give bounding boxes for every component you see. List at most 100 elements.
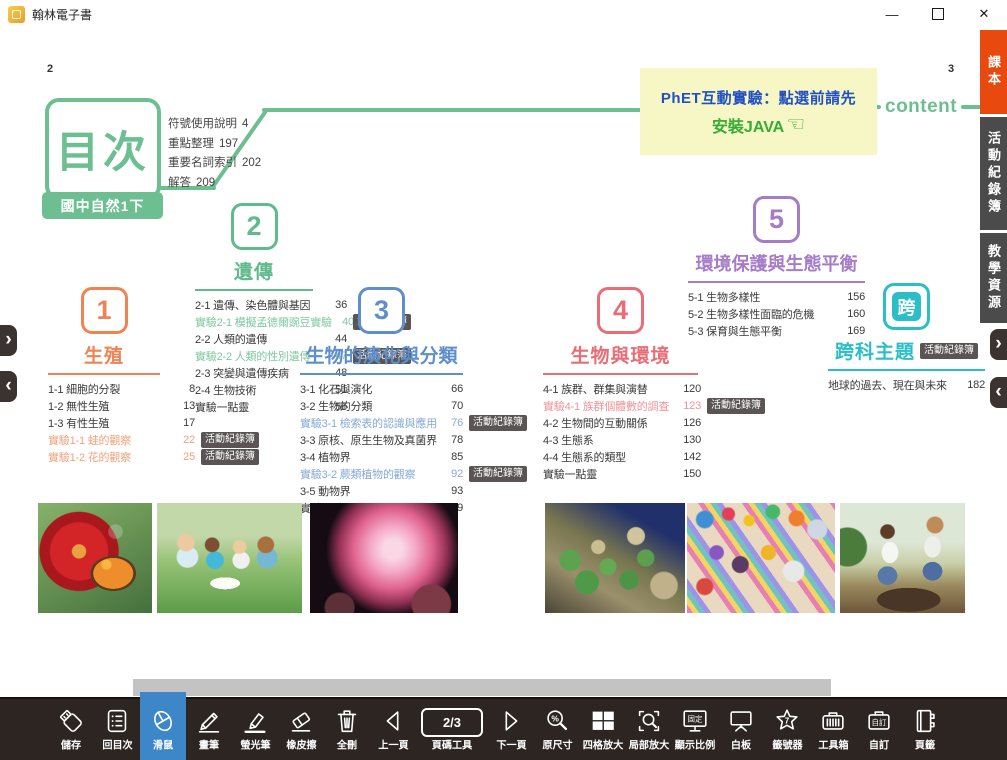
chapter-title[interactable]: 跨科主題 xyxy=(835,337,915,364)
horizontal-scrollbar[interactable] xyxy=(133,679,831,696)
right-edge-prev-arrow[interactable]: ‹ xyxy=(990,377,1007,408)
chapter-title[interactable]: 環境保護與生態平衡 xyxy=(696,250,858,276)
custom-case-icon: 自訂 xyxy=(864,705,894,737)
side-tab-1[interactable]: 課本 xyxy=(980,30,1007,114)
toc-item[interactable]: 1-1 細胞的分裂8 xyxy=(48,380,195,397)
toc-item-page: 123 xyxy=(679,400,701,412)
toc-item[interactable]: 3-5 動物界93 xyxy=(300,482,463,499)
toolbar-highlighter-button[interactable]: 螢光筆 xyxy=(232,699,278,760)
front-matter-item[interactable]: 符號使用說明4 xyxy=(168,115,261,135)
toolbar-monitor-fixed-button[interactable]: 固定顯示比例 xyxy=(672,699,718,760)
toc-item[interactable]: 實驗1-1 蛙的觀察22活動紀錄簿 xyxy=(48,431,195,448)
front-matter-page: 209 xyxy=(196,177,215,189)
front-matter-item[interactable]: 重點整理197 xyxy=(168,135,261,155)
activity-book-badge[interactable]: 活動紀錄簿 xyxy=(201,449,259,465)
toc-item[interactable]: 實驗1-2 花的觀察25活動紀錄簿 xyxy=(48,448,195,465)
left-edge-prev-arrow[interactable]: ‹ xyxy=(0,371,17,402)
toolbar-prev-triangle-button[interactable]: 上一頁 xyxy=(370,699,416,760)
activity-book-badge[interactable]: 活動紀錄簿 xyxy=(469,466,527,482)
toolbar-item-label: 工具箱 xyxy=(818,738,848,753)
chapter-number-box[interactable]: 跨 xyxy=(883,283,930,330)
toolbar-item-label: 籤號器 xyxy=(772,738,802,753)
toc-item[interactable]: 實驗4-1 族群個體數的調查123活動紀錄簿 xyxy=(543,397,701,414)
photo-children-planting xyxy=(840,503,965,613)
toc-item-label: 1-2 無性生殖 xyxy=(48,398,173,414)
toolbar-usb-save-button[interactable]: 儲存 xyxy=(48,699,94,760)
activity-book-badge[interactable]: 活動紀錄簿 xyxy=(469,415,527,431)
side-tab-2[interactable]: 活動紀錄簿 xyxy=(980,117,1007,230)
toolbar-toc-list-button[interactable]: 回目次 xyxy=(94,699,140,760)
toolbar-custom-case-button[interactable]: 自訂自訂 xyxy=(856,699,902,760)
left-edge-next-arrow[interactable]: › xyxy=(0,325,17,356)
chapter-number-box[interactable]: 1 xyxy=(81,287,128,334)
maximize-button[interactable] xyxy=(915,0,961,28)
toc-item[interactable]: 1-2 無性生殖13 xyxy=(48,397,195,414)
front-matter-item[interactable]: 解答209 xyxy=(168,174,261,194)
side-tab-3[interactable]: 教學資源 xyxy=(980,233,1007,323)
chapter-title[interactable]: 生殖 xyxy=(84,341,124,368)
chapter-number-box[interactable]: 5 xyxy=(753,196,800,243)
chapter-items: 3-1 化石與演化663-2 生物的分類70實驗3-1 檢索表的認識與應用76活… xyxy=(300,380,463,516)
toolbar-trash-button[interactable]: 全刪 xyxy=(324,699,370,760)
toc-item[interactable]: 3-3 原核、原生生物及真菌界78 xyxy=(300,431,463,448)
toc-item-label: 地球的過去、現在與未來 xyxy=(828,377,963,393)
toc-item-label: 4-1 族群、群集與演替 xyxy=(543,381,679,397)
chapter-items: 4-1 族群、群集與演替120實驗4-1 族群個體數的調查123活動紀錄簿4-2… xyxy=(543,380,701,482)
front-matter-label: 重點整理 xyxy=(168,138,214,150)
toolbar-magnifier-percent-button[interactable]: %原尺寸 xyxy=(534,699,580,760)
right-edge-next-arrow[interactable]: › xyxy=(990,329,1007,360)
app-logo-icon xyxy=(8,6,25,23)
toolbar-page-indicator-box-button[interactable]: 2/3頁碼工具 xyxy=(416,699,488,760)
toolbar-item-label: 滑鼠 xyxy=(153,738,173,753)
toc-item[interactable]: 3-2 生物的分類70 xyxy=(300,397,463,414)
toolbar-page-tabs-button[interactable]: 頁籤 xyxy=(902,699,948,760)
chapter-title[interactable]: 遺傳 xyxy=(234,257,274,284)
toc-item[interactable]: 實驗3-1 檢索表的認識與應用76活動紀錄簿 xyxy=(300,414,463,431)
toolbar-mouse-button[interactable]: 滑鼠 xyxy=(140,692,186,760)
toolbar-magnifier-region-button[interactable]: 局部放大 xyxy=(626,699,672,760)
toc-item[interactable]: 4-1 族群、群集與演替120 xyxy=(543,380,701,397)
toolbar-star-seven-button[interactable]: 7籤號器 xyxy=(764,699,810,760)
toc-item-label: 5-1 生物多樣性 xyxy=(688,289,843,305)
activity-book-badge[interactable]: 活動紀錄簿 xyxy=(707,398,765,414)
chapter-title[interactable]: 生物與環境 xyxy=(570,341,670,368)
toolbar-item-label: 回目次 xyxy=(102,738,132,753)
toolbar-item-label: 四格放大 xyxy=(583,738,623,753)
activity-book-badge[interactable]: 活動紀錄簿 xyxy=(920,343,978,359)
toc-item-page: 150 xyxy=(679,468,701,480)
toolbar-whiteboard-button[interactable]: 白板 xyxy=(718,699,764,760)
toc-item[interactable]: 3-1 化石與演化66 xyxy=(300,380,463,397)
toc-item[interactable]: 實驗3-2 蕨類植物的觀察92活動紀錄簿 xyxy=(300,465,463,482)
toolbar-next-triangle-button[interactable]: 下一頁 xyxy=(488,699,534,760)
toc-item-page: 126 xyxy=(679,417,701,429)
toolbar-grid-four-button[interactable]: 四格放大 xyxy=(580,699,626,760)
toc-item[interactable]: 4-3 生態系130 xyxy=(543,431,701,448)
left-page-number: 2 xyxy=(47,63,53,75)
activity-book-badge[interactable]: 活動紀錄簿 xyxy=(201,432,259,448)
toc-item-label: 4-3 生態系 xyxy=(543,432,679,448)
toc-item[interactable]: 4-4 生態系的類型142 xyxy=(543,448,701,465)
toolbar-pen-button[interactable]: 畫筆 xyxy=(186,699,232,760)
minimize-button[interactable]: — xyxy=(869,0,915,28)
page-indicator-box[interactable]: 2/3 xyxy=(421,708,483,737)
toc-item[interactable]: 1-3 有性生殖17 xyxy=(48,414,195,431)
toc-item[interactable]: 實驗一點靈150 xyxy=(543,465,701,482)
close-button[interactable]: ✕ xyxy=(961,0,1007,28)
chapter-number-box[interactable]: 2 xyxy=(231,203,278,250)
chapter-title-row: 生物的演化與分類 xyxy=(300,341,463,368)
front-matter-item[interactable]: 重要名詞索引202 xyxy=(168,154,261,174)
svg-text:固定: 固定 xyxy=(688,713,703,723)
toc-item-label: 3-1 化石與演化 xyxy=(300,381,441,397)
chapter-number-box[interactable]: 4 xyxy=(597,287,644,334)
toolbar-toolbox-button[interactable]: 工具箱 xyxy=(810,699,856,760)
chapter-number-box[interactable]: 3 xyxy=(358,287,405,334)
toc-item[interactable]: 地球的過去、現在與未來182 xyxy=(828,376,985,393)
toc-item-page: 85 xyxy=(441,451,463,463)
usb-save-icon xyxy=(56,705,86,737)
toc-item[interactable]: 3-4 植物界85 xyxy=(300,448,463,465)
chapter-title[interactable]: 生物的演化與分類 xyxy=(305,341,457,368)
toolbar-eraser-button[interactable]: 橡皮擦 xyxy=(278,699,324,760)
front-matter-page: 202 xyxy=(242,157,261,169)
chapter-title-row: 生殖 xyxy=(48,341,160,368)
toc-item[interactable]: 4-2 生物間的互動關係126 xyxy=(543,414,701,431)
